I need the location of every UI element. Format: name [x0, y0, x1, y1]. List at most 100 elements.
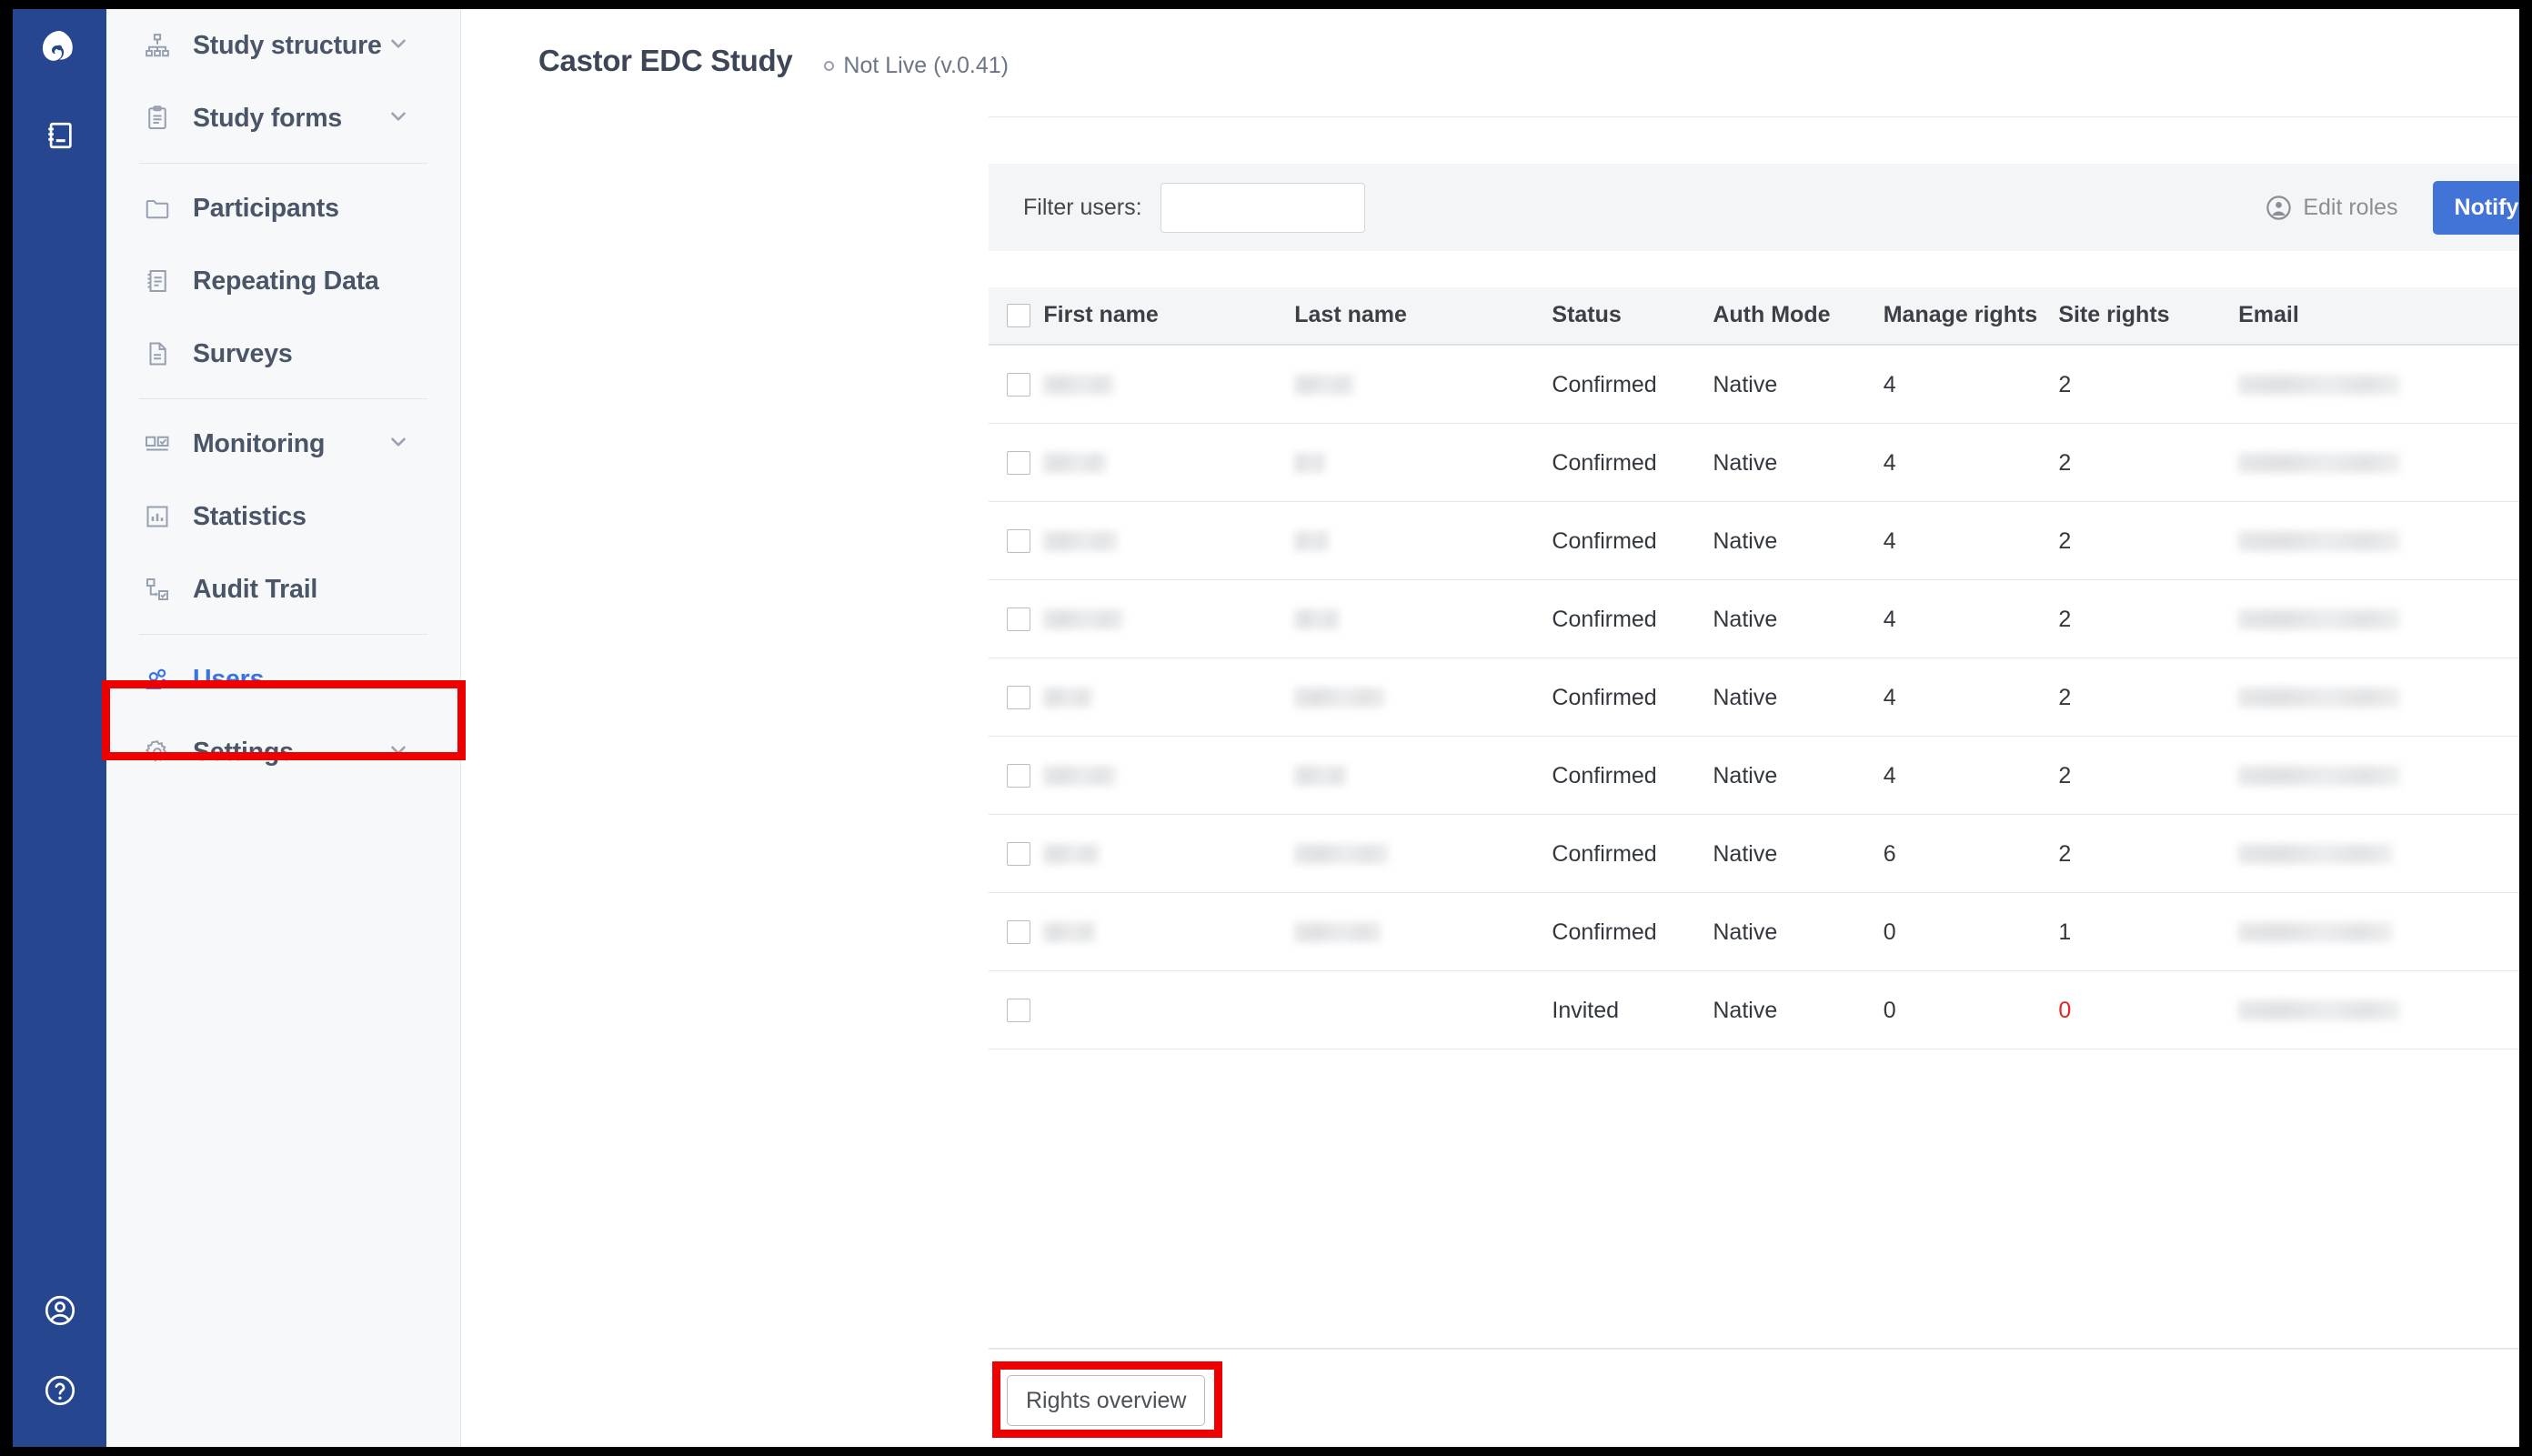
castor-spiral-logo-icon[interactable] — [13, 20, 106, 76]
row-select-checkbox[interactable] — [1007, 373, 1030, 397]
redacted-value — [1043, 609, 1124, 629]
rights-overview-button[interactable]: Rights overview — [1007, 1375, 1206, 1426]
cell-first-name — [1043, 814, 1295, 893]
notebook-icon[interactable] — [13, 109, 106, 162]
cell-status: Confirmed — [1552, 501, 1713, 580]
main-content: Castor EDC Study Not Live (v.0.41) Filte… — [461, 9, 2519, 1447]
folder-icon — [138, 195, 176, 222]
edit-roles-label: Edit roles — [2303, 194, 2398, 220]
sidebar-item-settings[interactable]: Settings — [106, 716, 460, 788]
sidebar-item-study-structure[interactable]: Study structure — [106, 9, 460, 82]
column-header-manage-rights[interactable]: Manage rights — [1883, 287, 2059, 346]
cell-first-name — [1043, 970, 1295, 1049]
column-header-email[interactable]: Email — [2238, 287, 2519, 346]
column-header-site-rights[interactable]: Site rights — [2058, 287, 2239, 346]
sitemap-icon — [138, 32, 176, 59]
sidebar-item-audit-trail[interactable]: Audit Trail — [106, 553, 460, 626]
notify-selected-users-button[interactable]: Notify selected users — [2432, 180, 2519, 235]
chevron-down-icon[interactable] — [387, 430, 410, 458]
select-all-checkbox[interactable] — [1007, 303, 1030, 327]
account-circle-icon — [2265, 194, 2293, 222]
column-header-first-name[interactable]: First name — [1043, 287, 1295, 346]
table-row: Confirmed Native 6 2 — [989, 814, 2519, 893]
help-circle-icon[interactable] — [13, 1364, 106, 1417]
column-header-status[interactable]: Status — [1552, 287, 1713, 346]
chevron-down-icon[interactable] — [387, 738, 410, 767]
row-select-checkbox[interactable] — [1007, 529, 1030, 553]
table-row: Confirmed Native 4 2 — [989, 736, 2519, 815]
table-row: Confirmed Native 0 1 — [989, 892, 2519, 971]
app-window: Study structure Study forms Participants… — [13, 9, 2519, 1447]
status-dot-icon — [824, 61, 835, 71]
sidebar-divider — [139, 634, 427, 635]
cell-auth-mode: Native — [1713, 501, 1884, 580]
cell-last-name — [1294, 892, 1552, 971]
sidebar-item-participants[interactable]: Participants — [106, 172, 460, 245]
redacted-value — [1294, 922, 1382, 942]
sidebar-item-repeating-data[interactable]: Repeating Data — [106, 245, 460, 317]
users-icon — [138, 666, 176, 694]
cell-manage-rights: 0 — [1883, 970, 2059, 1049]
row-select-checkbox[interactable] — [1007, 608, 1030, 631]
row-select-checkbox[interactable] — [1007, 842, 1030, 866]
redacted-value — [1043, 531, 1119, 551]
sidebar-item-label: Study structure — [193, 30, 382, 60]
cell-auth-mode: Native — [1713, 814, 1884, 893]
redacted-value — [2238, 844, 2394, 864]
users-table-wrapper: First name Last name Status Auth Mode Ma… — [989, 287, 2519, 1049]
sidebar-divider — [139, 163, 427, 164]
cell-email — [2238, 970, 2519, 1049]
sidebar-item-monitoring[interactable]: Monitoring — [106, 407, 460, 480]
row-select-checkbox[interactable] — [1007, 451, 1030, 475]
cell-auth-mode: Native — [1713, 736, 1884, 815]
cell-last-name — [1294, 658, 1552, 737]
column-header-last-name[interactable]: Last name — [1294, 287, 1552, 346]
column-header-auth-mode[interactable]: Auth Mode — [1713, 287, 1884, 346]
redacted-value — [2238, 375, 2401, 395]
cell-last-name — [1294, 501, 1552, 580]
row-select-cell — [989, 736, 1044, 815]
cell-site-rights: 2 — [2058, 814, 2239, 893]
sidebar-item-surveys[interactable]: Surveys — [106, 317, 460, 390]
sidebar-item-study-forms[interactable]: Study forms — [106, 82, 460, 155]
chevron-down-icon[interactable] — [387, 105, 410, 133]
cell-auth-mode: Native — [1713, 345, 1884, 424]
sidebar-item-label: Study forms — [193, 103, 343, 133]
redacted-value — [2238, 453, 2401, 473]
document-icon — [138, 340, 176, 367]
cell-status: Confirmed — [1552, 892, 1713, 971]
sidebar-item-statistics[interactable]: Statistics — [106, 480, 460, 553]
footer-divider — [989, 1348, 2519, 1350]
redacted-value — [1043, 453, 1108, 473]
cell-manage-rights: 4 — [1883, 658, 2059, 737]
edit-roles-button[interactable]: Edit roles — [2265, 194, 2398, 222]
table-row: Confirmed Native 4 2 — [989, 579, 2519, 658]
cell-email — [2238, 892, 2519, 971]
redacted-value — [2238, 688, 2401, 708]
select-all-header — [989, 287, 1044, 346]
cell-manage-rights: 6 — [1883, 814, 2059, 893]
cell-site-rights: 2 — [2058, 579, 2239, 658]
row-select-checkbox[interactable] — [1007, 686, 1030, 709]
redacted-value — [1043, 922, 1097, 942]
users-toolbar: Filter users: Edit roles Notify selected… — [989, 164, 2519, 251]
redacted-value — [1294, 688, 1386, 708]
row-select-cell — [989, 658, 1044, 737]
sidebar-item-label: Audit Trail — [193, 574, 318, 604]
cell-manage-rights: 4 — [1883, 501, 2059, 580]
study-status-label: Not Live (v.0.41) — [843, 53, 1009, 78]
account-circle-icon[interactable] — [13, 1284, 106, 1337]
cell-manage-rights: 4 — [1883, 345, 2059, 424]
notebook-list-icon — [138, 267, 176, 295]
chevron-down-icon[interactable] — [387, 32, 410, 60]
row-select-checkbox[interactable] — [1007, 764, 1030, 788]
cell-manage-rights: 4 — [1883, 423, 2059, 502]
sidebar-item-users[interactable]: Users — [106, 643, 460, 716]
cell-site-rights: 1 — [2058, 892, 2239, 971]
row-select-checkbox[interactable] — [1007, 920, 1030, 944]
row-select-checkbox[interactable] — [1007, 999, 1030, 1022]
table-body: Confirmed Native 4 2 Confirmed Native 4 2 Confir… — [989, 345, 2519, 1049]
row-select-cell — [989, 579, 1044, 658]
sidebar-item-label: Settings — [193, 737, 294, 767]
filter-users-input[interactable] — [1160, 182, 1365, 233]
